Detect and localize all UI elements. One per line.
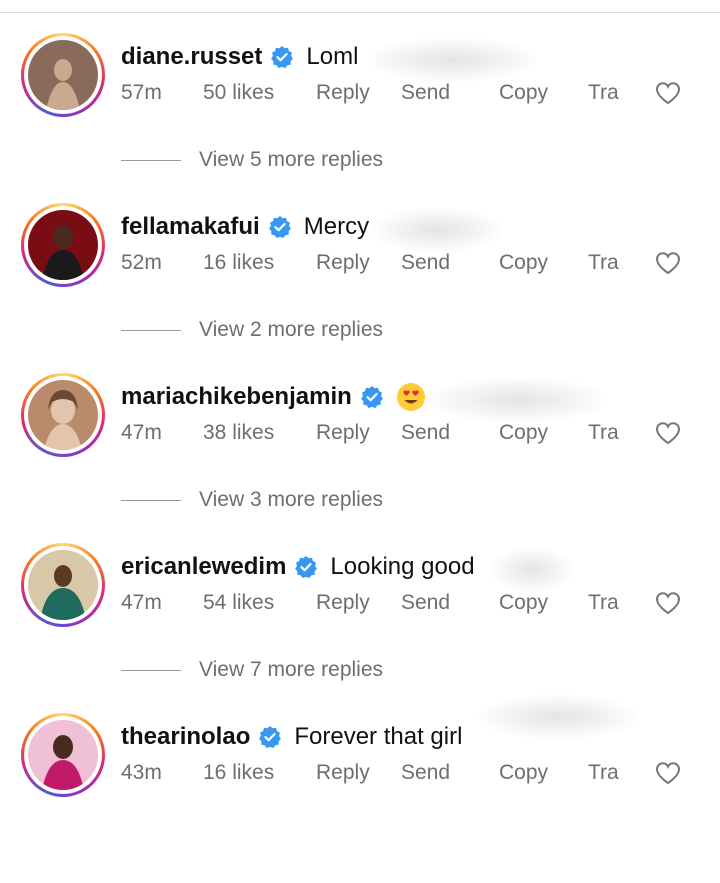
reply-button[interactable]: Reply (316, 251, 370, 275)
avatar[interactable] (28, 720, 98, 790)
translate-button[interactable]: Tra (588, 81, 619, 105)
likes-count[interactable]: 38 likes (203, 421, 274, 445)
blur-patch (478, 695, 638, 739)
send-button[interactable]: Send (401, 81, 450, 105)
comment-text: Forever that girl (294, 723, 463, 750)
replies-divider (121, 159, 181, 161)
avatar[interactable] (28, 40, 98, 110)
blur-patch (368, 38, 536, 82)
copy-button[interactable]: Copy (499, 81, 548, 105)
verified-badge-icon (360, 386, 383, 408)
view-replies-label[interactable]: View 7 more replies (199, 658, 383, 682)
avatar[interactable] (28, 550, 98, 620)
story-ring[interactable] (21, 33, 105, 117)
view-replies[interactable]: View 3 more replies (121, 485, 383, 515)
copy-button[interactable]: Copy (499, 251, 548, 275)
send-button[interactable]: Send (401, 421, 450, 445)
copy-button[interactable]: Copy (499, 591, 548, 615)
heart-icon[interactable] (655, 761, 681, 785)
blur-patch (492, 548, 572, 592)
translate-button[interactable]: Tra (588, 761, 619, 785)
comment-item: fellamakafui Mercy 52m 16 likes Reply Se… (0, 203, 720, 373)
username[interactable]: thearinolao (121, 723, 250, 751)
blur-patch (372, 208, 502, 252)
comment-text: Mercy (303, 213, 370, 240)
view-replies-label[interactable]: View 3 more replies (199, 488, 383, 512)
comment-item: mariachikebenjamin 47m 38 likes Reply Se… (0, 373, 720, 543)
verified-badge-icon (271, 46, 294, 68)
comment-time: 43m (121, 761, 162, 784)
comment-time: 47m (121, 591, 162, 614)
view-replies-label[interactable]: View 5 more replies (199, 148, 383, 172)
copy-button[interactable]: Copy (499, 421, 548, 445)
username[interactable]: diane.russet (121, 43, 262, 71)
translate-button[interactable]: Tra (588, 591, 619, 615)
heart-icon[interactable] (655, 591, 681, 615)
username[interactable]: ericanlewedim (121, 553, 286, 581)
translate-button[interactable]: Tra (588, 251, 619, 275)
likes-count[interactable]: 50 likes (203, 81, 274, 105)
view-replies-label[interactable]: View 2 more replies (199, 318, 383, 342)
send-button[interactable]: Send (401, 251, 450, 275)
translate-button[interactable]: Tra (588, 421, 619, 445)
heart-eyes-emoji-icon (396, 383, 425, 411)
avatar[interactable] (28, 210, 98, 280)
verified-badge-icon (268, 216, 291, 238)
view-replies[interactable]: View 2 more replies (121, 315, 383, 345)
heart-icon[interactable] (655, 81, 681, 105)
view-replies[interactable]: View 7 more replies (121, 655, 383, 685)
reply-button[interactable]: Reply (316, 81, 370, 105)
comment-item: ericanlewedim Looking good 47m 54 likes … (0, 543, 720, 713)
reply-button[interactable]: Reply (316, 761, 370, 785)
heart-icon[interactable] (655, 421, 681, 445)
replies-divider (121, 499, 181, 501)
story-ring[interactable] (21, 543, 105, 627)
story-ring[interactable] (21, 373, 105, 457)
likes-count[interactable]: 16 likes (203, 761, 274, 785)
comment-text: Looking good (330, 553, 475, 580)
username[interactable]: mariachikebenjamin (121, 383, 352, 411)
heart-icon[interactable] (655, 251, 681, 275)
reply-button[interactable]: Reply (316, 421, 370, 445)
likes-count[interactable]: 54 likes (203, 591, 274, 615)
comment-item: diane.russet Loml 57m 50 likes Reply Sen… (0, 33, 720, 203)
replies-divider (121, 669, 181, 671)
story-ring[interactable] (21, 203, 105, 287)
comment-time: 52m (121, 251, 162, 274)
comment-text: Loml (306, 43, 359, 70)
comment-item: thearinolao Forever that girl 43m 16 lik… (0, 695, 720, 883)
top-divider (0, 12, 720, 13)
send-button[interactable]: Send (401, 761, 450, 785)
view-replies[interactable]: View 5 more replies (121, 145, 383, 175)
comment-time: 47m (121, 421, 162, 444)
blur-patch (428, 378, 608, 422)
copy-button[interactable]: Copy (499, 761, 548, 785)
likes-count[interactable]: 16 likes (203, 251, 274, 275)
replies-divider (121, 329, 181, 331)
avatar[interactable] (28, 380, 98, 450)
verified-badge-icon (259, 726, 282, 748)
story-ring[interactable] (21, 713, 105, 797)
send-button[interactable]: Send (401, 591, 450, 615)
comment-time: 57m (121, 81, 162, 104)
username[interactable]: fellamakafui (121, 213, 260, 241)
reply-button[interactable]: Reply (316, 591, 370, 615)
verified-badge-icon (295, 556, 318, 578)
